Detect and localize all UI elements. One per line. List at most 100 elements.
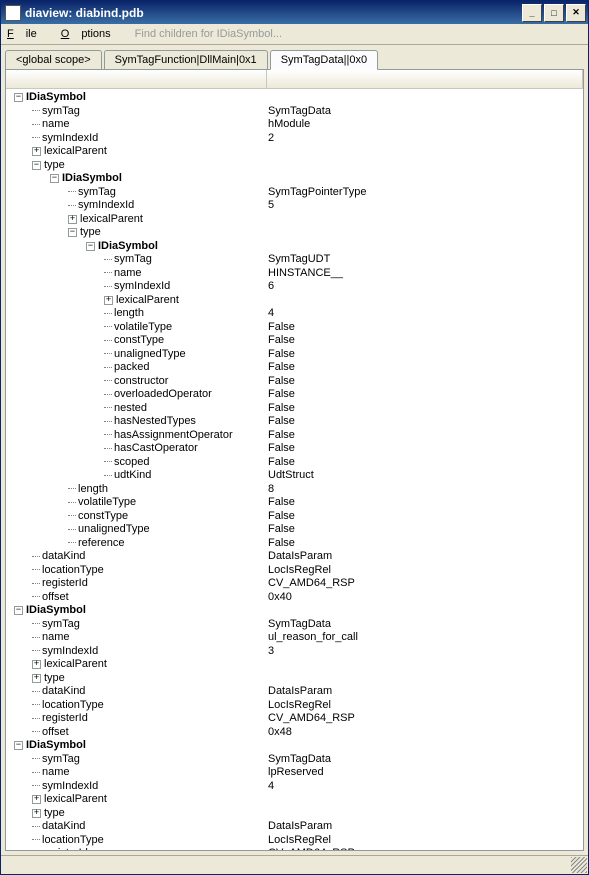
tree-row[interactable]: symIndexId4	[10, 780, 583, 794]
tree-row[interactable]: volatileTypeFalse	[10, 496, 583, 510]
tree-row[interactable]: overloadedOperatorFalse	[10, 388, 583, 402]
expand-icon[interactable]: +	[32, 147, 41, 156]
tab-symtagdata[interactable]: SymTagData||0x0	[270, 50, 378, 70]
tree-row[interactable]: registerIdCV_AMD64_RSP	[10, 847, 583, 850]
tab-symtagfunction[interactable]: SymTagFunction|DllMain|0x1	[104, 50, 268, 69]
collapse-icon[interactable]: −	[50, 174, 59, 183]
tree-row[interactable]: +type	[10, 672, 583, 686]
expand-icon[interactable]: +	[32, 674, 41, 683]
collapse-icon[interactable]: −	[32, 161, 41, 170]
tree-row[interactable]: symTagSymTagUDT	[10, 253, 583, 267]
tree-row[interactable]: dataKind DataIsParam	[10, 685, 583, 699]
expand-icon[interactable]: +	[68, 215, 77, 224]
tree-row[interactable]: −IDiaSymbol	[10, 604, 583, 618]
tree-row[interactable]: unalignedTypeFalse	[10, 523, 583, 537]
tree-row[interactable]: +lexicalParent	[10, 145, 583, 159]
tree-row[interactable]: hasAssignmentOperatorFalse	[10, 429, 583, 443]
maximize-button[interactable]: □	[544, 4, 564, 22]
tree-row[interactable]: registerIdCV_AMD64_RSP	[10, 712, 583, 726]
minimize-button[interactable]: _	[522, 4, 542, 22]
tree-value: False	[268, 415, 583, 429]
menu-find[interactable]: Find children for IDiaSymbol...	[135, 28, 282, 40]
tree-row[interactable]: hasCastOperatorFalse	[10, 442, 583, 456]
tree-row[interactable]: −IDiaSymbol	[10, 240, 583, 254]
tree-row[interactable]: namehModule	[10, 118, 583, 132]
tree-row[interactable]: symTagSymTagPointerType	[10, 186, 583, 200]
tree-row[interactable]: +lexicalParent	[10, 294, 583, 308]
tree-key: symTag	[42, 618, 80, 632]
tree-value: CV_AMD64_RSP	[268, 847, 583, 850]
col-value[interactable]	[267, 70, 583, 88]
tree-row[interactable]: packedFalse	[10, 361, 583, 375]
tree-view[interactable]: −IDiaSymbolsymTagSymTagDatanamehModulesy…	[6, 89, 583, 850]
tree-row[interactable]: symIndexId5	[10, 199, 583, 213]
tree-row[interactable]: udtKindUdtStruct	[10, 469, 583, 483]
tree-key: name	[42, 118, 70, 132]
tree-value	[268, 739, 583, 753]
titlebar[interactable]: diaview: diabind.pdb _ □ ✕	[1, 1, 588, 24]
collapse-icon[interactable]: −	[86, 242, 95, 251]
tree-row[interactable]: namelpReserved	[10, 766, 583, 780]
tree-row[interactable]: symIndexId3	[10, 645, 583, 659]
close-button[interactable]: ✕	[566, 4, 586, 22]
tree-row[interactable]: referenceFalse	[10, 537, 583, 551]
tree-row[interactable]: symIndexId2	[10, 132, 583, 146]
tree-row[interactable]: −IDiaSymbol	[10, 739, 583, 753]
expand-icon[interactable]: +	[32, 795, 41, 804]
tree-value	[268, 226, 583, 240]
expand-icon[interactable]: +	[32, 809, 41, 818]
tree-row[interactable]: locationTypeLocIsRegRel	[10, 564, 583, 578]
tree-value: 6	[268, 280, 583, 294]
collapse-icon[interactable]: −	[68, 228, 77, 237]
tree-row[interactable]: +type	[10, 807, 583, 821]
tree-row[interactable]: symTagSymTagData	[10, 753, 583, 767]
tree-key: symTag	[42, 105, 80, 119]
tree-row[interactable]: symTagSymTagData	[10, 105, 583, 119]
collapse-icon[interactable]: −	[14, 606, 23, 615]
tree-row[interactable]: −IDiaSymbol	[10, 91, 583, 105]
resize-grip-icon[interactable]	[571, 857, 587, 873]
tree-row[interactable]: offset0x48	[10, 726, 583, 740]
tree-row[interactable]: unalignedTypeFalse	[10, 348, 583, 362]
tree-row[interactable]: volatileTypeFalse	[10, 321, 583, 335]
tree-row[interactable]: locationTypeLocIsRegRel	[10, 834, 583, 848]
tree-row[interactable]: −type	[10, 226, 583, 240]
tree-row[interactable]: scopedFalse	[10, 456, 583, 470]
tree-row[interactable]: −IDiaSymbol	[10, 172, 583, 186]
tab-global-scope[interactable]: <global scope>	[5, 50, 102, 69]
tree-value: SymTagUDT	[268, 253, 583, 267]
tree-row[interactable]: symTagSymTagData	[10, 618, 583, 632]
expand-icon[interactable]: +	[32, 660, 41, 669]
tree-row[interactable]: +lexicalParent	[10, 658, 583, 672]
menu-options[interactable]: Options	[61, 28, 123, 40]
col-key[interactable]	[6, 70, 267, 88]
tree-key: dataKind	[42, 685, 85, 699]
tree-key: unalignedType	[78, 523, 150, 537]
tree-row[interactable]: constructorFalse	[10, 375, 583, 389]
tree-row[interactable]: symIndexId6	[10, 280, 583, 294]
tree-row[interactable]: nestedFalse	[10, 402, 583, 416]
tree-row[interactable]: offset0x40	[10, 591, 583, 605]
tree-value: False	[268, 361, 583, 375]
tree-row[interactable]: −type	[10, 159, 583, 173]
tree-row[interactable]: +lexicalParent	[10, 793, 583, 807]
tree-row[interactable]: dataKindDataIsParam	[10, 820, 583, 834]
tree-row[interactable]: constTypeFalse	[10, 334, 583, 348]
tree-value: DataIsParam	[268, 685, 583, 699]
collapse-icon[interactable]: −	[14, 93, 23, 102]
tree-row[interactable]: locationTypeLocIsRegRel	[10, 699, 583, 713]
tree-row[interactable]: length4	[10, 307, 583, 321]
tree-row[interactable]: hasNestedTypesFalse	[10, 415, 583, 429]
tree-row[interactable]: length8	[10, 483, 583, 497]
collapse-icon[interactable]: −	[14, 741, 23, 750]
tree-row[interactable]: constTypeFalse	[10, 510, 583, 524]
tree-row[interactable]: +lexicalParent	[10, 213, 583, 227]
tree-row[interactable]: registerIdCV_AMD64_RSP	[10, 577, 583, 591]
tree-row[interactable]: nameul_reason_for_call	[10, 631, 583, 645]
tree-row[interactable]: nameHINSTANCE__	[10, 267, 583, 281]
tree-row[interactable]: dataKindDataIsParam	[10, 550, 583, 564]
expand-icon[interactable]: +	[104, 296, 113, 305]
tree-value: LocIsRegRel	[268, 834, 583, 848]
tree-key: nested	[114, 402, 147, 416]
menu-file[interactable]: File	[7, 28, 49, 40]
